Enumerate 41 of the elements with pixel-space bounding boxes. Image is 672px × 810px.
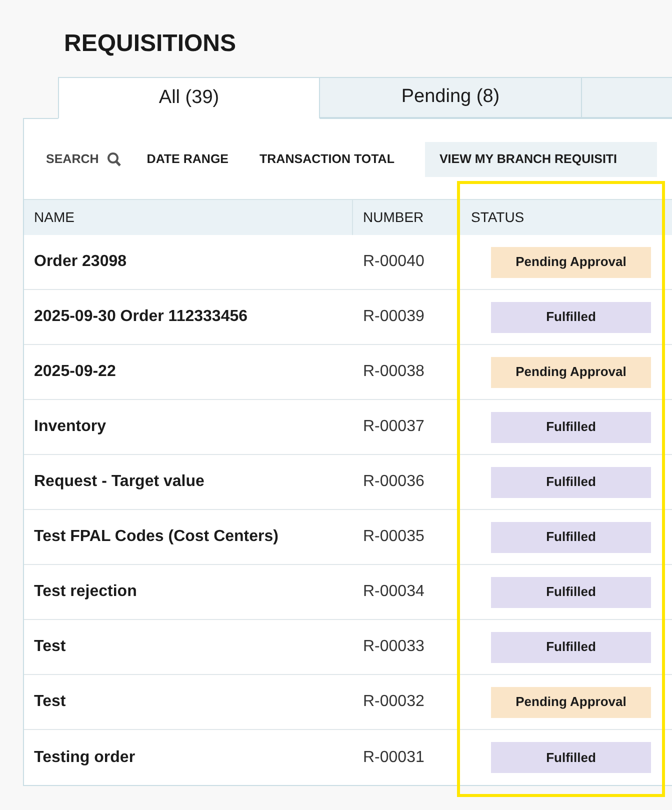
status-badge: Fulfilled: [491, 522, 651, 552]
requisition-number: R-00032: [363, 693, 424, 710]
requisition-number: R-00033: [363, 638, 424, 655]
status-badge: Fulfilled: [491, 632, 651, 662]
requisition-name: Testing order: [34, 748, 136, 766]
status-badge: Fulfilled: [491, 466, 651, 498]
branch-button[interactable]: VIEW MY BRANCH REQUISITI: [425, 142, 658, 176]
filter-button[interactable]: DATE RANGE: [146, 150, 229, 168]
requisition-name: Test FPAL Codes (Cost Centers): [34, 528, 278, 545]
tab[interactable]: Pending (8): [320, 77, 582, 118]
status-badge: Fulfilled: [491, 302, 651, 332]
column-header: STATUS: [471, 208, 524, 227]
requisition-number: R-00038: [363, 363, 424, 380]
requisition-name: Request - Target value: [34, 473, 204, 490]
page-title: REQUISITIONS: [64, 30, 236, 58]
filter-button[interactable]: TRANSACTION TOTAL: [260, 150, 394, 168]
requisition-number: R-00035: [363, 528, 424, 545]
status-badge: Fulfilled: [491, 412, 651, 442]
column-header: NAME: [34, 208, 74, 227]
requisition-name: Test rejection: [34, 583, 137, 600]
requisition-number: R-00039: [363, 308, 424, 325]
search-button[interactable]: SEARCH: [46, 150, 121, 168]
search-icon: [106, 152, 121, 166]
requisition-name: 2025-09-22: [34, 363, 116, 380]
status-badge: Pending Approval: [491, 356, 651, 388]
requisition-number: R-00031: [363, 748, 424, 766]
status-badge: Fulfilled: [491, 576, 651, 608]
status-badge: Fulfilled: [491, 742, 651, 773]
requisition-name: 2025-09-30 Order 112333456: [34, 308, 248, 325]
requisition-name: Test: [34, 693, 66, 710]
requisition-number: R-00040: [363, 253, 424, 270]
requisition-name: Inventory: [34, 418, 106, 435]
status-badge: Pending Approval: [491, 686, 651, 718]
requisition-number: R-00036: [363, 473, 424, 490]
column-header: NUMBER: [363, 208, 424, 227]
status-badge: Pending Approval: [491, 246, 651, 278]
requisition-name: Order 23098: [34, 253, 127, 270]
tab[interactable]: All (39): [58, 77, 320, 119]
requisition-number: R-00034: [363, 583, 424, 600]
requisition-name: Test: [34, 638, 66, 655]
requisition-number: R-00037: [363, 418, 424, 435]
